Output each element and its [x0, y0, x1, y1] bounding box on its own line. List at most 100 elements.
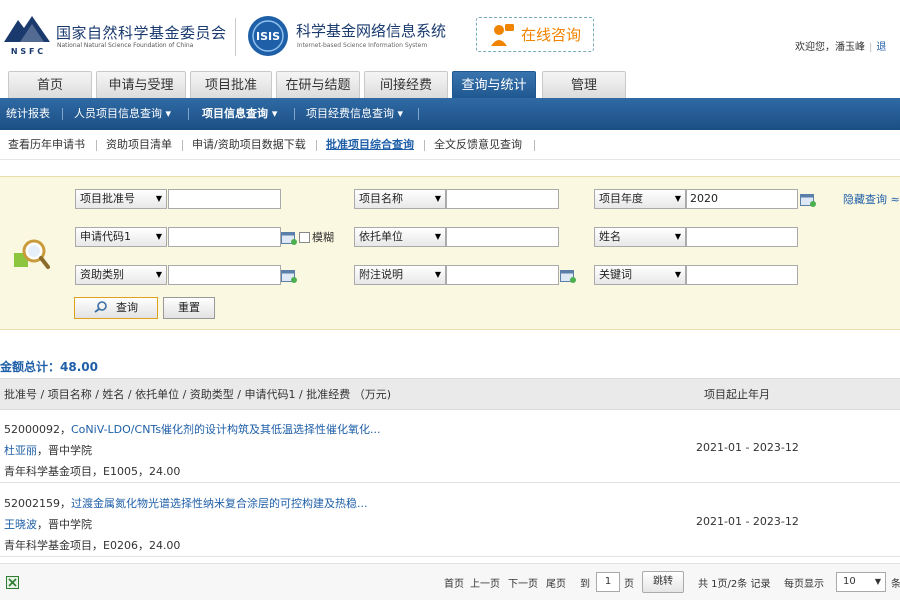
field-select-approval-no[interactable]: 项目批准号 ▼ [75, 189, 167, 209]
subnav-approved-query[interactable]: 批准项目综合查询 [326, 130, 414, 160]
page-number-input[interactable]: 1 [596, 572, 620, 592]
dropdown-arrow-icon: ▼ [674, 232, 681, 241]
search-icon [94, 301, 107, 313]
funding-type-input[interactable] [168, 265, 281, 285]
apply-code-input[interactable] [168, 227, 281, 247]
person-link[interactable]: 王晓波 [4, 518, 37, 531]
first-page-link[interactable]: 首页 [444, 575, 464, 590]
field-select-project-year[interactable]: 项目年度 ▼ [594, 189, 686, 209]
project-title-link[interactable]: 过渡金属氮化物光谱选择性纳米复合涂层的可控构建及热稳... [71, 497, 368, 510]
subnav-divider [534, 140, 535, 151]
select-label: 附注说明 [359, 268, 403, 281]
subnav-divider [96, 140, 97, 151]
last-page-link[interactable]: 尾页 [546, 575, 566, 590]
name-input[interactable] [686, 227, 798, 247]
consult-person-icon [490, 23, 514, 46]
field-select-funding-type[interactable]: 资助类别 ▼ [75, 265, 167, 285]
online-consult-button[interactable]: 在线咨询 [476, 17, 594, 52]
tab-apply[interactable]: 申请与受理 [96, 71, 186, 98]
per-page-select[interactable]: 10 ▼ [836, 572, 886, 592]
host-unit-input[interactable] [446, 227, 559, 247]
remarks-input[interactable] [446, 265, 559, 285]
record-info: 共 1页/2条 记录 [698, 579, 771, 590]
row-person-line: 杜亚丽，晋中学院 [4, 442, 92, 458]
row-detail: 青年科学基金项目，E1005，24.00 [4, 465, 181, 478]
project-title-link[interactable]: CoNiV-LDO/CNTs催化剂的设计构筑及其低温选择性催化氧化... [71, 423, 381, 436]
system-name: 科学基金网络信息系统 [296, 22, 447, 40]
project-name-input[interactable] [446, 189, 559, 209]
field-select-host-unit[interactable]: 依托单位 ▼ [354, 227, 446, 247]
select-label: 关键词 [599, 268, 632, 281]
select-label: 依托单位 [359, 230, 403, 243]
svg-text:ISIS: ISIS [256, 30, 280, 43]
welcome-divider: | [869, 42, 873, 53]
project-year-input[interactable]: 2020 [686, 189, 798, 209]
hide-query-link[interactable]: 隐藏查询 ≈ [843, 191, 900, 207]
approval-no-input[interactable] [168, 189, 281, 209]
system-english-name: Internet-based Science Information Syste… [297, 42, 428, 49]
nav-divider [62, 108, 63, 120]
subnav-funded-list[interactable]: 资助项目清单 [106, 130, 172, 160]
tab-research[interactable]: 在研与结题 [276, 71, 360, 98]
fuzzy-label: 模糊 [312, 231, 334, 244]
person-link[interactable]: 杜亚丽 [4, 444, 37, 457]
secondary-nav: 统计报表 人员项目信息查询 ▾ 项目信息查询 ▾ 项目经费信息查询 ▾ [0, 98, 900, 130]
nav-person-project-query[interactable]: 人员项目信息查询 ▾ [74, 98, 171, 130]
tab-indirect-funds[interactable]: 间接经费 [364, 71, 448, 98]
tab-home[interactable]: 首页 [8, 71, 92, 98]
nav-statistics-report[interactable]: 统计报表 [6, 98, 50, 130]
main-tabs: 首页 申请与受理 项目批准 在研与结题 间接经费 查询与统计 管理 [0, 71, 900, 98]
svg-text:N S F C: N S F C [11, 47, 43, 56]
export-excel-icon[interactable] [6, 576, 19, 589]
fuzzy-checkbox[interactable] [299, 232, 310, 243]
select-label: 资助类别 [80, 268, 124, 281]
row-person-line: 王晓波，晋中学院 [4, 516, 92, 532]
jump-button[interactable]: 跳转 [642, 571, 684, 593]
field-select-keyword[interactable]: 关键词 ▼ [594, 265, 686, 285]
nav-project-funds-query[interactable]: 项目经费信息查询 ▾ [306, 98, 403, 130]
tab-query-statistics[interactable]: 查询与统计 [452, 71, 536, 98]
subnav-past-applications[interactable]: 查看历年申请书 [8, 130, 85, 160]
prev-page-link[interactable]: 上一页 [470, 575, 500, 590]
tab-manage[interactable]: 管理 [542, 71, 626, 98]
magnifier-icon [14, 239, 50, 269]
dropdown-arrow-icon: ▼ [155, 194, 162, 203]
dropdown-arrow-icon: ▼ [155, 232, 162, 241]
select-label: 项目名称 [359, 192, 403, 205]
subnav-feedback-query[interactable]: 全文反馈意见查询 [434, 130, 522, 160]
next-page-link[interactable]: 下一页 [508, 575, 538, 590]
nav-project-info-query[interactable]: 项目信息查询 ▾ [202, 98, 277, 130]
query-button[interactable]: 查询 [74, 297, 158, 319]
tab-approval[interactable]: 项目批准 [190, 71, 272, 98]
logout-link[interactable]: 退 [876, 42, 886, 53]
nav-divider [294, 108, 295, 120]
select-label: 项目批准号 [80, 192, 135, 205]
reset-button[interactable]: 重置 [163, 297, 215, 319]
dropdown-arrow-icon: ▼ [674, 270, 681, 279]
host-unit: ，晋中学院 [37, 444, 92, 457]
dropdown-arrow-icon: ▼ [155, 270, 162, 279]
field-select-name[interactable]: 姓名 ▼ [594, 227, 686, 247]
field-select-project-name[interactable]: 项目名称 ▼ [354, 189, 446, 209]
subnav-divider [424, 140, 425, 151]
row-title-line: 52002159，过渡金属氮化物光谱选择性纳米复合涂层的可控构建及热稳... [4, 495, 368, 511]
calendar-icon[interactable] [800, 193, 816, 207]
calendar-icon[interactable] [560, 269, 576, 283]
dropdown-arrow-icon: ▼ [434, 232, 441, 241]
column-header-period: 项目起止年月 [704, 388, 770, 401]
field-select-apply-code[interactable]: 申请代码1 ▼ [75, 227, 167, 247]
approval-number: 52002159， [4, 497, 71, 510]
dropdown-arrow-icon: ▼ [434, 194, 441, 203]
approval-number: 52000092， [4, 423, 71, 436]
subnav-divider [316, 140, 317, 151]
calendar-icon[interactable] [281, 269, 297, 283]
field-select-remarks[interactable]: 附注说明 ▼ [354, 265, 446, 285]
dropdown-arrow-icon: ▼ [874, 577, 881, 586]
table-row: 52002159，过渡金属氮化物光谱选择性纳米复合涂层的可控构建及热稳... 王… [0, 485, 900, 557]
column-header-main: 批准号 / 项目名称 / 姓名 / 依托单位 / 资助类型 / 申请代码1 / … [4, 388, 391, 401]
table-row: 52000092，CoNiV-LDO/CNTs催化剂的设计构筑及其低温选择性催化… [0, 411, 900, 483]
welcome-text: 欢迎您，潘玉峰 [795, 42, 865, 53]
calendar-icon[interactable] [281, 231, 297, 245]
keyword-input[interactable] [686, 265, 798, 285]
subnav-data-download[interactable]: 申请/资助项目数据下载 [192, 130, 306, 160]
